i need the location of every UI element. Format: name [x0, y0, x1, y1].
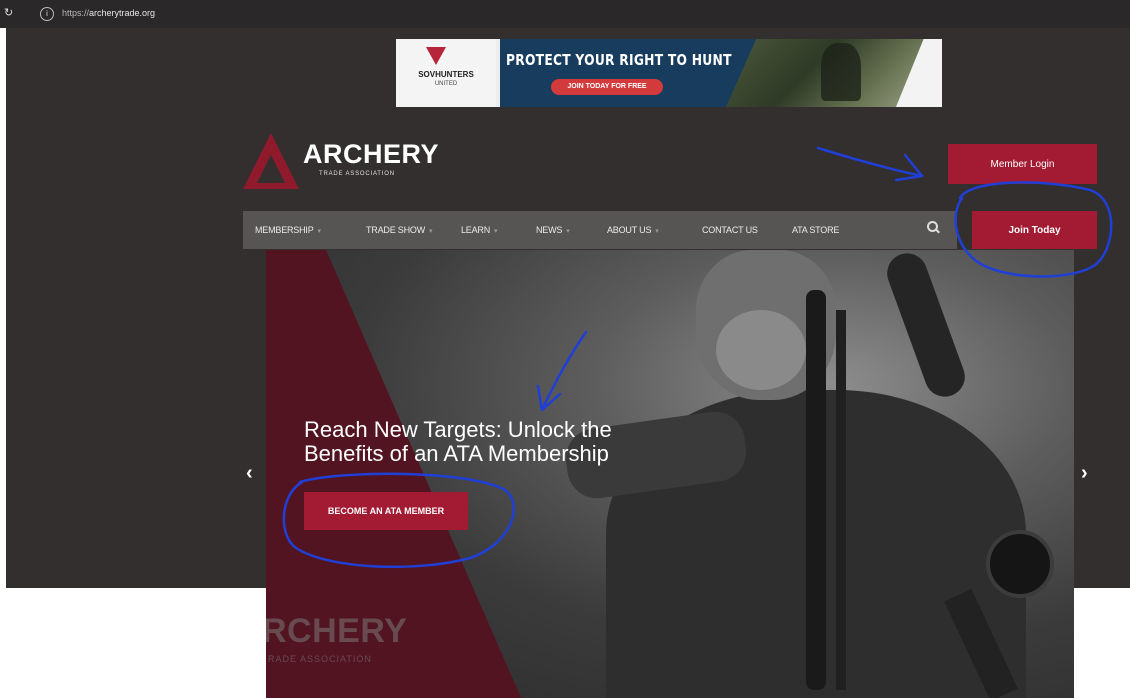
hero-slider: RCHERY RADE ASSOCIATION Reach New Target…	[266, 250, 1074, 698]
nav-label: MEMBERSHIP	[255, 225, 314, 235]
member-login-button[interactable]: Member Login	[948, 144, 1097, 184]
nav-label: ABOUT US	[607, 225, 652, 235]
slider-next-arrow-icon[interactable]: ›	[1081, 462, 1088, 485]
banner-ad[interactable]: SOVHUNTERS UNITED PROTECT YOUR RIGHT TO …	[396, 39, 942, 107]
banner-brand: SOVHUNTERS	[418, 70, 474, 79]
chevron-down-icon: ▾	[429, 228, 433, 235]
chevron-down-icon: ▾	[494, 228, 498, 235]
nav-item-trade-show[interactable]: TRADE SHOW ▾	[366, 211, 433, 249]
nav-label: TRADE SHOW	[366, 225, 426, 235]
main-nav: MEMBERSHIP ▾ TRADE SHOW ▾ LEARN ▾ NEWS ▾ ABO…	[243, 211, 957, 249]
chevron-down-icon: ▾	[317, 228, 322, 235]
nav-item-contact-us[interactable]: CONTACT US	[702, 211, 758, 249]
banner-headline: PROTECT YOUR RIGHT TO HUNT	[506, 51, 732, 69]
ata-logo-sub: TRADE ASSOCIATION	[319, 171, 395, 177]
bow-riser	[806, 290, 826, 690]
chevron-down-icon: ▾	[566, 228, 570, 235]
hero-watermark-sub: RADE ASSOCIATION	[268, 654, 372, 664]
bow-cam	[986, 530, 1054, 598]
nav-label: ATA STORE	[792, 225, 840, 235]
nav-item-membership[interactable]: MEMBERSHIP ▾	[255, 211, 321, 249]
bow-stabilizer	[836, 310, 846, 690]
url-field[interactable]: https://archerytrade.org	[62, 8, 155, 18]
banner-brand-sub: UNITED	[434, 81, 458, 87]
nav-item-ata-store[interactable]: ATA STORE	[792, 211, 839, 249]
nav-item-news[interactable]: NEWS ▾	[536, 211, 570, 249]
archer-face	[716, 310, 806, 390]
hero-headline-line-2: Benefits of an ATA Membership	[304, 441, 609, 466]
ata-logo[interactable]: ARCHERY TRADE ASSOCIATION	[243, 133, 443, 193]
nav-label: LEARN	[461, 225, 491, 235]
site-info-icon[interactable]: i	[40, 7, 54, 21]
search-icon[interactable]	[927, 221, 941, 235]
hunter-silhouette	[821, 43, 861, 101]
search-icon-handle	[935, 228, 940, 234]
ata-logo-name: ARCHERY	[303, 139, 440, 169]
ata-logo-triangle-inner	[257, 155, 285, 183]
banner-cta-button[interactable]: JOIN TODAY FOR FREE	[551, 79, 663, 95]
join-today-button[interactable]: Join Today	[972, 211, 1097, 249]
nav-item-about-us[interactable]: ABOUT US ▾	[607, 211, 659, 249]
bow-limb-upper	[881, 250, 971, 403]
hero-headline: Reach New Targets: Unlock the Benefits o…	[304, 418, 724, 466]
become-member-button[interactable]: BECOME AN ATA MEMBER	[304, 492, 468, 530]
hero-headline-line-1: Reach New Targets: Unlock the	[304, 417, 612, 442]
hero-watermark-name: RCHERY	[266, 612, 408, 650]
slider-prev-arrow-icon[interactable]: ‹	[246, 462, 253, 485]
banner-v-logo-icon	[426, 47, 446, 65]
reload-icon[interactable]: ↻	[4, 6, 14, 20]
nav-label: NEWS	[536, 225, 563, 235]
nav-label: CONTACT US	[702, 225, 758, 235]
chevron-down-icon: ▾	[655, 228, 659, 235]
browser-address-bar: ↻ i https://archerytrade.org	[0, 0, 1130, 28]
url-host: archerytrade.org	[89, 8, 156, 18]
nav-item-learn[interactable]: LEARN ▾	[461, 211, 498, 249]
url-scheme: https://	[62, 8, 90, 18]
